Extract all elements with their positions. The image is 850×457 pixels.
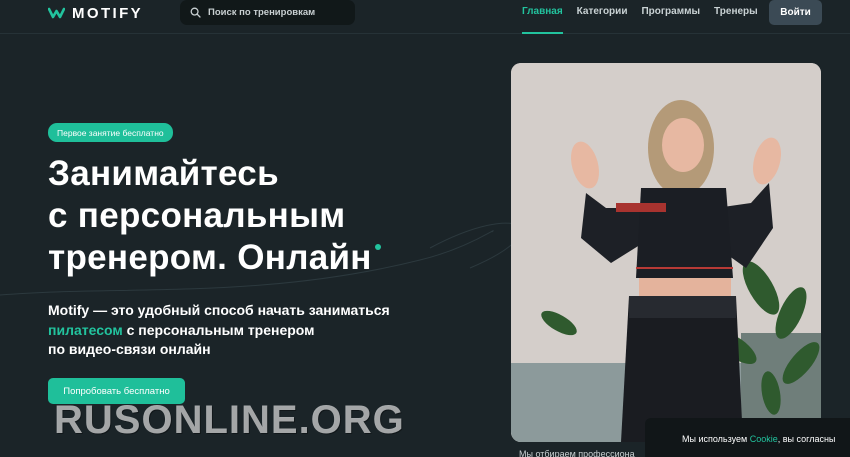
cookie-banner: Мы используем Cookie, вы согласны: [645, 418, 850, 457]
description-text: по видео-связи онлайн: [48, 341, 211, 357]
hero-description: Motify — это удобный способ начать заним…: [48, 301, 428, 360]
cookie-link[interactable]: Cookie: [750, 434, 778, 444]
accent-dot: [374, 244, 381, 250]
hero-title: Занимайтесь с персональным тренером. Онл…: [48, 153, 468, 279]
nav-item-categories[interactable]: Категории: [577, 6, 628, 33]
logo-text: MOTIFY: [72, 4, 144, 22]
trainer-illustration: [511, 63, 821, 442]
search-icon: [190, 7, 201, 18]
cookie-text: , вы согласны: [777, 434, 836, 444]
description-text: с персональным тренером: [122, 321, 315, 338]
hero-title-line: с персональным: [48, 196, 346, 235]
photo-caption: Мы отбираем профессиона: [519, 449, 635, 457]
watermark: RUSONLINE.ORG: [54, 398, 405, 442]
search-input[interactable]: [208, 7, 348, 18]
site-header: MOTIFY Главная Категории Программы Трене…: [0, 0, 850, 34]
logo-mark-icon: [48, 7, 65, 19]
login-button[interactable]: Войти: [769, 0, 822, 25]
nav-item-programs[interactable]: Программы: [641, 6, 700, 33]
nav-item-home[interactable]: Главная: [522, 6, 563, 34]
hero-title-line: тренером. Онлайн: [48, 237, 468, 279]
description-accent: пилатесом: [48, 321, 123, 338]
logo[interactable]: MOTIFY: [48, 4, 143, 22]
trainer-photo: [511, 63, 821, 442]
description-text: Motify — это удобный способ начать заним…: [48, 302, 390, 318]
hero-title-line-text: тренером. Онлайн: [48, 238, 372, 277]
free-lesson-badge: Первое занятие бесплатно: [48, 123, 173, 142]
cookie-text: Мы используем: [682, 434, 748, 444]
hero-title-line: Занимайтесь: [48, 154, 279, 193]
main-nav: Главная Категории Программы Тренеры: [522, 6, 758, 34]
nav-item-trainers[interactable]: Тренеры: [714, 6, 758, 33]
search-box[interactable]: [180, 0, 355, 25]
